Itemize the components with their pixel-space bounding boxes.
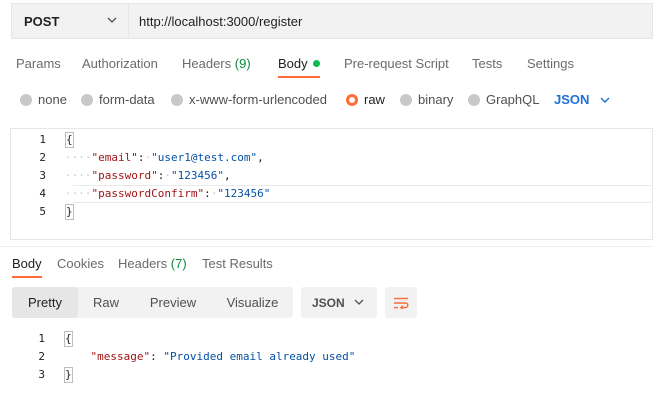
- radio-graphql[interactable]: GraphQL: [468, 92, 539, 107]
- radio-x-www-form-urlencoded[interactable]: x-www-form-urlencoded: [171, 92, 327, 107]
- radio-label: form-data: [99, 92, 155, 107]
- response-tabs: Body Cookies Headers (7) Test Results: [0, 256, 653, 278]
- url-input[interactable]: http://localhost:3000/register: [128, 3, 653, 39]
- radio-label: GraphQL: [486, 92, 540, 107]
- json-value: "Provided email already used": [163, 350, 356, 363]
- chevron-down-icon: [107, 17, 117, 23]
- line-number: 1: [39, 133, 46, 146]
- tab-label: Body: [12, 256, 42, 271]
- tab-label: Body: [278, 56, 308, 71]
- line-number: 3: [39, 169, 46, 182]
- radio-selected-icon: [346, 93, 358, 106]
- view-mode-label: Visualize: [226, 295, 279, 310]
- view-pretty-button[interactable]: Pretty: [12, 287, 78, 318]
- line-number: 3: [38, 368, 45, 381]
- tab-test-results[interactable]: Test Results: [202, 256, 273, 271]
- request-body-editor[interactable]: 1 2 3 4 5 { ····"email":·"user1@test.com…: [10, 128, 653, 240]
- json-value: "123456": [170, 169, 224, 182]
- radio-label: none: [38, 92, 67, 107]
- tab-label: Cookies: [57, 256, 104, 271]
- chevron-down-icon: [354, 299, 364, 305]
- tab-label: Test Results: [202, 256, 273, 271]
- tab-pre-request-script[interactable]: Pre-request Script: [344, 56, 449, 71]
- body-language-label: JSON: [554, 92, 590, 107]
- radio-circle-icon: [171, 93, 183, 106]
- view-mode-label: Pretty: [28, 295, 62, 310]
- radio-none[interactable]: none: [20, 92, 67, 107]
- chevron-down-icon: [600, 97, 610, 103]
- radio-label: raw: [364, 92, 385, 107]
- json-value: "user1@test.com": [151, 151, 258, 164]
- view-mode-label: Preview: [149, 295, 197, 310]
- tab-tests[interactable]: Tests: [472, 56, 502, 71]
- active-tab-indicator: [278, 76, 320, 78]
- status-dot-icon: [312, 60, 320, 67]
- radio-raw[interactable]: raw: [346, 92, 385, 107]
- tab-label: Headers: [182, 56, 232, 71]
- request-tabs: Params Authorization Headers (9) Body Pr…: [0, 56, 653, 78]
- radio-circle-icon: [468, 93, 480, 106]
- close-brace: }: [65, 204, 74, 220]
- radio-circle-icon: [20, 93, 32, 106]
- view-preview-button[interactable]: Preview: [136, 287, 210, 318]
- open-brace: {: [65, 132, 74, 148]
- tab-count-badge: (7): [170, 256, 187, 271]
- line-number: 4: [39, 187, 46, 200]
- response-format-select[interactable]: JSON: [301, 287, 377, 318]
- tab-label: Params: [16, 56, 61, 71]
- wrap-lines-icon: [394, 297, 409, 309]
- radio-form-data[interactable]: form-data: [81, 92, 155, 107]
- radio-label: x-www-form-urlencoded: [189, 92, 327, 107]
- tab-count-badge: (9): [234, 56, 251, 71]
- line-number: 5: [39, 205, 46, 218]
- json-key: "password": [91, 169, 158, 182]
- tab-response-headers[interactable]: Headers (7): [118, 256, 187, 271]
- tab-label: Tests: [472, 56, 503, 71]
- tab-label: Authorization: [82, 56, 158, 71]
- view-visualize-button[interactable]: Visualize: [214, 287, 291, 318]
- url-bar: POST http://localhost:3000/register: [11, 3, 653, 39]
- radio-circle-icon: [81, 93, 93, 106]
- radio-circle-icon: [400, 93, 412, 106]
- tab-label: Settings: [527, 56, 574, 71]
- line-number: 1: [38, 332, 45, 345]
- view-mode-label: Raw: [92, 295, 119, 310]
- divider: [0, 246, 653, 247]
- radio-binary[interactable]: binary: [400, 92, 453, 107]
- radio-label: binary: [418, 92, 454, 107]
- json-key: "message": [90, 350, 151, 363]
- tab-label: Pre-request Script: [344, 56, 449, 71]
- tab-headers[interactable]: Headers (9): [182, 56, 251, 71]
- body-language-select[interactable]: JSON: [554, 92, 610, 107]
- json-value: "123456": [217, 187, 271, 200]
- view-raw-button[interactable]: Raw: [78, 287, 134, 318]
- wrap-lines-button[interactable]: [385, 287, 417, 318]
- line-number: 2: [39, 151, 46, 164]
- close-brace: }: [64, 367, 73, 383]
- tab-settings[interactable]: Settings: [527, 56, 574, 71]
- tab-params[interactable]: Params: [16, 56, 61, 71]
- tab-label: Headers: [118, 256, 168, 271]
- tab-cookies[interactable]: Cookies: [57, 256, 104, 271]
- tab-body[interactable]: Body: [278, 56, 320, 71]
- method-select[interactable]: POST: [11, 3, 128, 39]
- url-text: http://localhost:3000/register: [139, 13, 303, 29]
- line-number: 2: [38, 350, 45, 363]
- active-tab-indicator: [12, 276, 42, 278]
- view-mode-switch: Pretty Raw Preview Visualize: [12, 287, 293, 318]
- method-label: POST: [24, 13, 60, 29]
- json-key: "passwordConfirm": [91, 187, 205, 200]
- response-body-viewer[interactable]: 1 2 3 { "message": "Provided email alrea…: [0, 328, 653, 388]
- tab-authorization[interactable]: Authorization: [82, 56, 158, 71]
- json-key: "email": [91, 151, 138, 164]
- response-format-label: JSON: [312, 295, 345, 310]
- open-brace: {: [64, 331, 73, 347]
- tab-response-body[interactable]: Body: [12, 256, 42, 271]
